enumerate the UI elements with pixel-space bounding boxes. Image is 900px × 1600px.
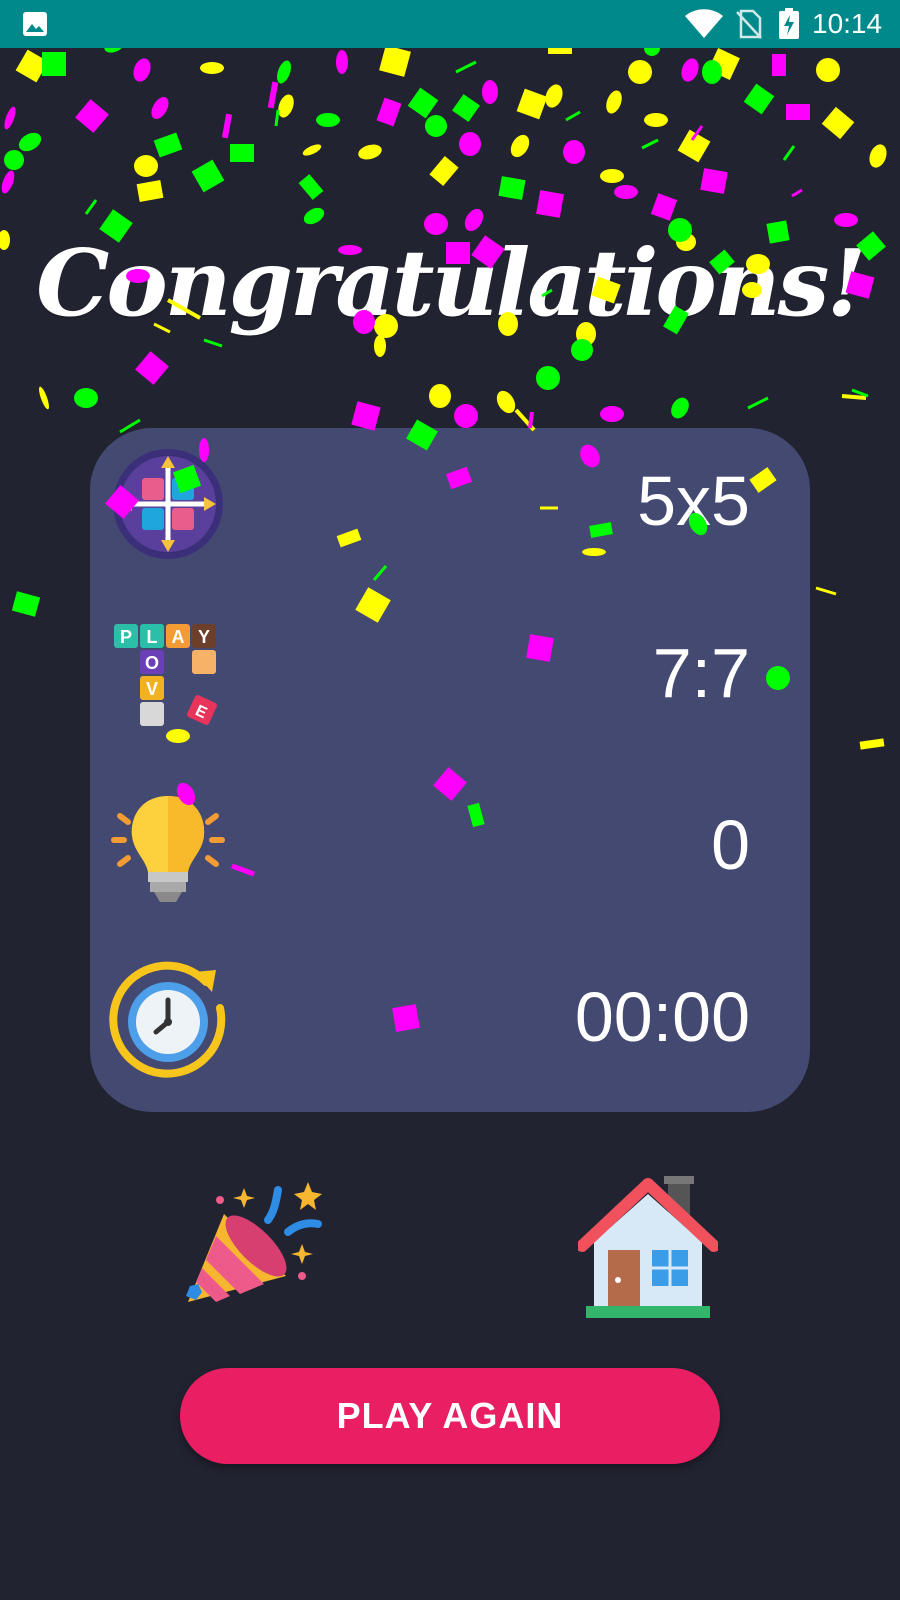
- wifi-icon: [685, 9, 723, 38]
- grid-size-icon: [113, 449, 223, 559]
- svg-text:L: L: [147, 627, 158, 647]
- stat-row-score: P L A Y O V E 7:7: [90, 600, 810, 750]
- stats-card: 5x5 P L A Y O V E 7:7 0 00:00: [90, 428, 810, 1112]
- score-value: 7:7: [652, 634, 750, 712]
- lightbulb-icon: [111, 796, 225, 902]
- stat-row-grid-size: 5x5: [90, 428, 810, 578]
- grid-size-value: 5x5: [637, 462, 750, 540]
- svg-text:Y: Y: [198, 627, 210, 647]
- no-sim-icon: [736, 9, 762, 39]
- play-tiles-icon: P L A Y O V E: [114, 624, 217, 726]
- stat-row-hints: 0: [90, 772, 810, 922]
- svg-text:P: P: [120, 627, 132, 647]
- timer-icon: [109, 961, 226, 1078]
- time-value: 00:00: [574, 978, 750, 1056]
- svg-text:A: A: [172, 627, 185, 647]
- play-again-button[interactable]: PLAY AGAIN: [180, 1368, 720, 1464]
- status-bar: 10:14: [0, 0, 900, 48]
- hints-value: 0: [711, 806, 750, 884]
- stat-row-time: 00:00: [90, 944, 810, 1094]
- svg-text:O: O: [145, 653, 159, 673]
- status-time: 10:14: [812, 8, 883, 39]
- home-icon[interactable]: [578, 1172, 718, 1322]
- congratulations-title: Congratulations!: [36, 229, 867, 337]
- battery-charging-icon: [779, 8, 799, 39]
- gallery-icon: [23, 12, 47, 36]
- svg-text:V: V: [146, 679, 158, 699]
- party-popper-icon[interactable]: [178, 1172, 328, 1322]
